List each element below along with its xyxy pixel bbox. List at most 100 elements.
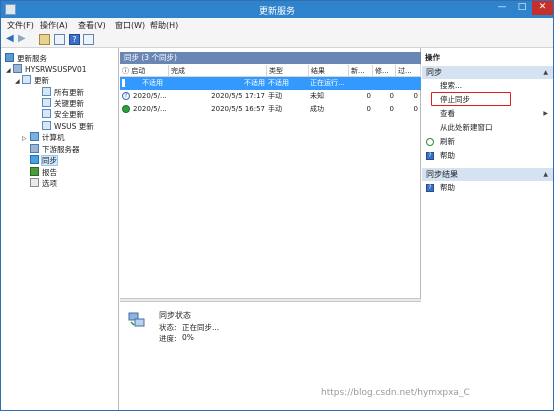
cell-type: 不适用: [268, 79, 289, 87]
navigation-tree: 更新服务 ◢ HYSRWSUSPV01 ◢ 更新 所有更新 关键更新 安全更新 …: [1, 48, 119, 410]
watermark: https://blog.csdn.net/hymxpxa_C: [321, 388, 470, 398]
tree-wsus-updates[interactable]: WSUS 更新: [42, 121, 94, 132]
collapse-caret-icon[interactable]: ◢: [15, 78, 20, 85]
help-icon[interactable]: ?: [69, 34, 80, 45]
menu-action[interactable]: 操作(A): [40, 20, 68, 31]
progress-label: 进度:: [159, 334, 177, 343]
tree-computers[interactable]: 计算机: [30, 132, 65, 143]
sync-status-icon: [128, 312, 145, 327]
success-check-icon: [122, 105, 130, 113]
tree-downstream-servers[interactable]: 下游服务器: [30, 144, 80, 155]
tree-reports[interactable]: 报告: [30, 167, 57, 178]
reports-icon: [30, 167, 39, 176]
menu-help[interactable]: 帮助(H): [150, 20, 178, 31]
column-header-revised[interactable]: 修...: [373, 65, 396, 77]
action-help[interactable]: ? 帮助: [422, 150, 553, 162]
close-button[interactable]: ✕: [532, 1, 553, 15]
actions-section-sync[interactable]: 同步 ▲: [422, 66, 553, 79]
refresh-icon: [426, 138, 434, 146]
action-search[interactable]: 搜索...: [422, 80, 553, 92]
action-help-results[interactable]: ? 帮助: [422, 182, 553, 194]
tree-all-updates[interactable]: 所有更新: [42, 87, 84, 98]
window-title: 更新服务: [258, 7, 295, 17]
maximize-button[interactable]: □: [512, 1, 532, 15]
column-header-result[interactable]: 结果: [309, 65, 349, 77]
main-area: 更新服务 ◢ HYSRWSUSPV01 ◢ 更新 所有更新 关键更新 安全更新 …: [1, 48, 553, 410]
cell-result: 正在运行...: [310, 79, 345, 87]
update-list-icon: [42, 121, 51, 130]
actions-header: 操作: [422, 52, 553, 63]
cell-start: 2020/5/...: [133, 92, 167, 100]
search-icon: [426, 82, 434, 90]
expand-caret-icon[interactable]: ▷: [22, 135, 27, 142]
cell-type: 手动: [268, 105, 282, 113]
cell-new: 0: [366, 105, 371, 113]
menu-view[interactable]: 查看(V): [78, 20, 106, 31]
update-list-icon: [42, 98, 51, 107]
folder-up-icon[interactable]: [39, 34, 50, 45]
cell-revised: 0: [389, 92, 394, 100]
action-refresh[interactable]: 刷新: [422, 136, 553, 148]
cell-type: 手动: [268, 92, 282, 100]
action-new-window[interactable]: 从此处新建窗口: [422, 122, 553, 134]
cell-new: 0: [366, 92, 371, 100]
row-marker-icon: [122, 79, 125, 87]
tree-root[interactable]: 更新服务: [5, 53, 47, 64]
tree-security-updates[interactable]: 安全更新: [42, 109, 84, 120]
sync-icon: [30, 155, 39, 164]
action-pane-icon[interactable]: [83, 34, 94, 45]
title-bar[interactable]: 更新服务 — □ ✕: [1, 1, 553, 18]
question-icon: ?: [122, 92, 130, 100]
cell-revised: 0: [389, 105, 394, 113]
cell-result: 未知: [310, 92, 324, 100]
toolbar: ◀ ▶ ?: [1, 32, 553, 48]
column-header-start[interactable]: ⓘ 启动: [120, 65, 169, 77]
status-label: 状态:: [159, 323, 177, 332]
cell-start: 不适用: [142, 79, 163, 87]
table-row[interactable]: 不适用 不适用 不适用 正在运行...: [120, 77, 421, 90]
minimize-button[interactable]: —: [492, 1, 512, 15]
back-arrow-icon[interactable]: ◀: [6, 34, 17, 45]
table-row[interactable]: 2020/5/... 2020/5/5 16:57 手动 成功 0 0 0: [120, 103, 421, 116]
actions-pane: 操作 同步 ▲ 搜索... 停止同步 查看 ▶ 从此处新建窗口 刷新 ? 帮助 同步结…: [422, 48, 553, 410]
column-header-type[interactable]: 类型: [267, 65, 309, 77]
help-icon: ?: [426, 152, 434, 160]
show-tree-icon[interactable]: [54, 34, 65, 45]
sync-pane: 同步 (3 个同步) ⓘ 启动 完成 类型 结果 新... 修... 过... …: [120, 48, 421, 410]
pane-header: 同步 (3 个同步): [120, 52, 421, 64]
progress-value: 0%: [182, 333, 194, 342]
table-row[interactable]: ? 2020/5/... 2020/5/5 17:17 手动 未知 0 0 0: [120, 90, 421, 103]
details-title: 同步状态: [159, 311, 191, 320]
cell-end: 2020/5/5 16:57: [211, 105, 265, 113]
cell-end: 不适用: [244, 79, 265, 87]
tree-server[interactable]: HYSRWSUSPV01: [13, 64, 87, 75]
cell-end: 2020/5/5 17:17: [211, 92, 265, 100]
updates-icon: [22, 75, 31, 84]
column-header-new[interactable]: 新...: [349, 65, 373, 77]
computers-icon: [30, 132, 39, 141]
actions-section-sync-results[interactable]: 同步结果 ▲: [422, 168, 553, 181]
column-header-end[interactable]: 完成: [169, 65, 267, 77]
menu-window[interactable]: 窗口(W): [115, 20, 145, 31]
menu-bar: 文件(F) 操作(A) 查看(V) 窗口(W) 帮助(H): [1, 18, 553, 32]
action-view[interactable]: 查看 ▶: [422, 108, 553, 120]
cell-result: 成功: [310, 105, 324, 113]
downstream-server-icon: [30, 144, 39, 153]
tree-synchronizations[interactable]: 同步: [30, 155, 58, 166]
menu-file[interactable]: 文件(F): [7, 20, 34, 31]
status-value: 正在同步...: [182, 323, 220, 332]
update-list-icon: [42, 87, 51, 96]
collapse-arrow-icon[interactable]: ▲: [543, 66, 548, 79]
collapse-caret-icon[interactable]: ◢: [6, 67, 11, 74]
tree-critical-updates[interactable]: 关键更新: [42, 98, 84, 109]
cell-start: 2020/5/...: [133, 105, 167, 113]
cell-expired: 0: [413, 92, 418, 100]
collapse-arrow-icon[interactable]: ▲: [543, 168, 548, 181]
column-header-expired[interactable]: 过...: [396, 65, 421, 77]
forward-arrow-icon[interactable]: ▶: [18, 34, 29, 45]
cell-expired: 0: [413, 105, 418, 113]
options-icon: [30, 178, 39, 187]
server-icon: [13, 64, 22, 73]
tree-updates[interactable]: 更新: [22, 75, 49, 86]
tree-options[interactable]: 选项: [30, 178, 57, 189]
